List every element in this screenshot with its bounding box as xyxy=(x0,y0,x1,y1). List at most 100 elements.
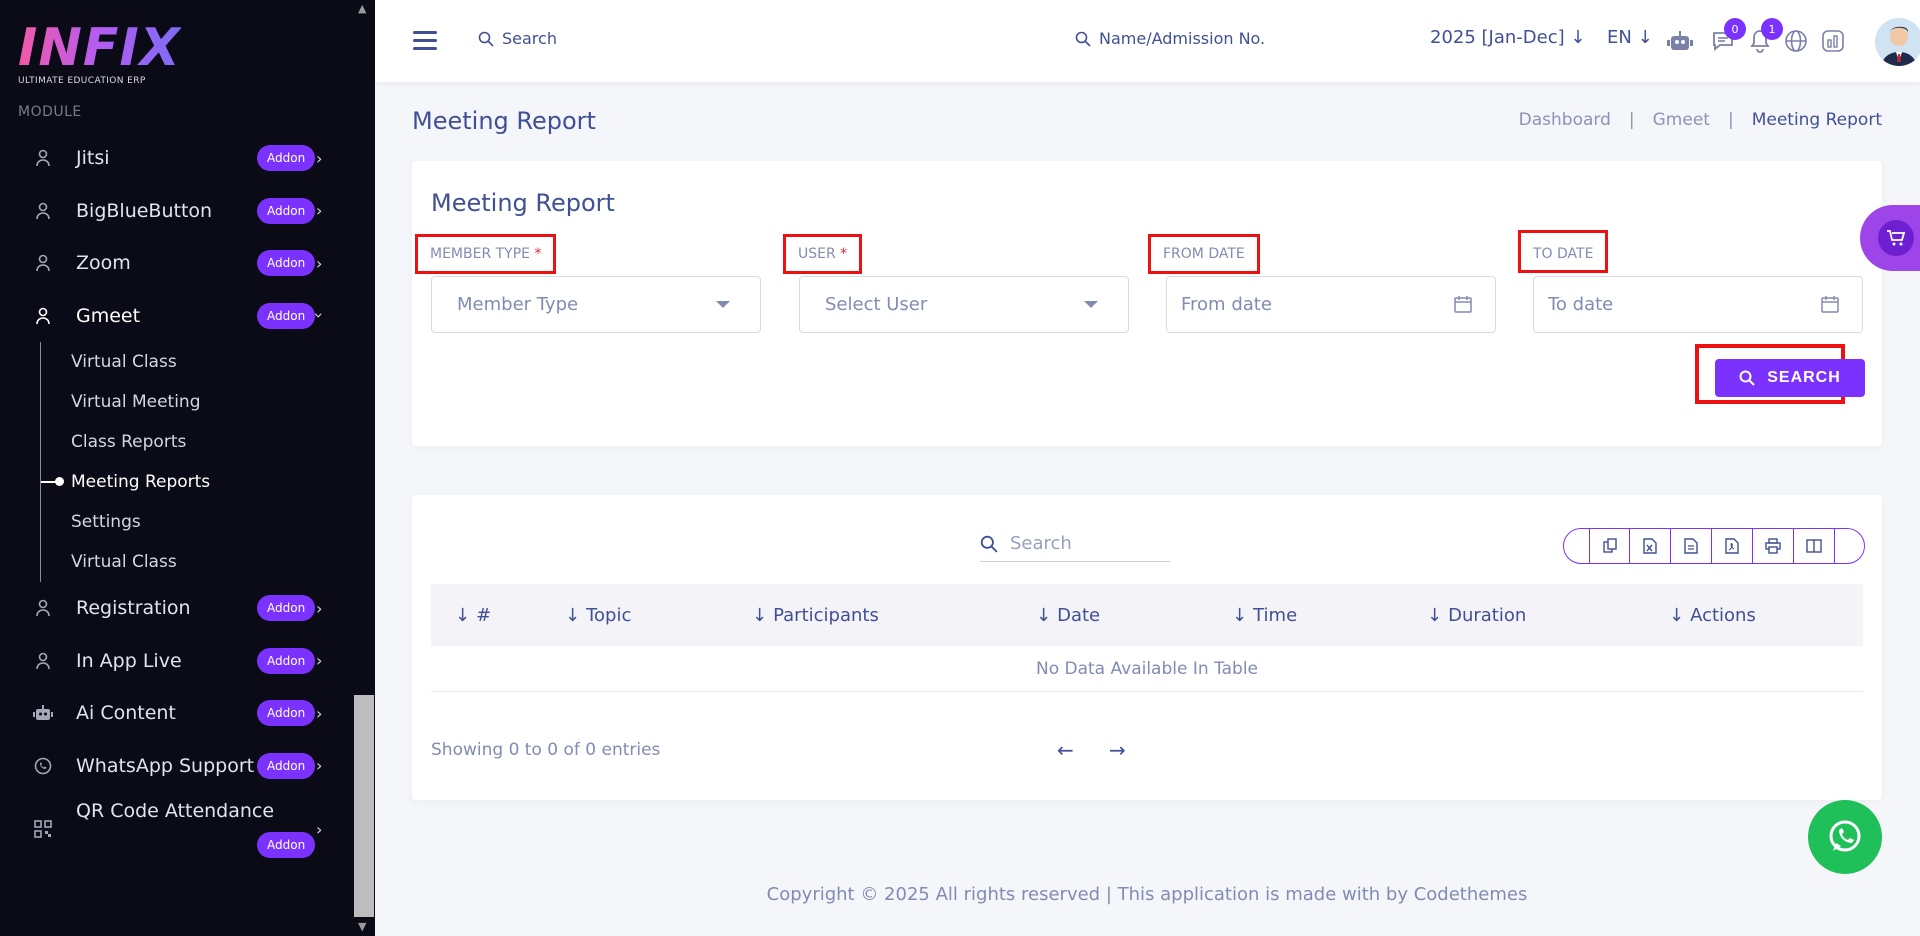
column-header-actions[interactable]: ↓ Actions xyxy=(1669,605,1756,626)
column-label: Actions xyxy=(1690,605,1756,626)
user-avatar[interactable] xyxy=(1875,18,1920,66)
column-label: Time xyxy=(1253,605,1298,626)
scroll-down-icon[interactable]: ▼ xyxy=(358,920,366,933)
submenu-virtual-class-2[interactable]: Virtual Class xyxy=(41,542,355,582)
academic-year-value: 2025 [Jan-Dec] xyxy=(1430,27,1565,48)
cart-icon xyxy=(1878,220,1914,256)
from-date-input[interactable]: From date xyxy=(1166,276,1496,333)
search-button-label: SEARCH xyxy=(1767,369,1841,386)
user-label: USER * xyxy=(783,234,863,274)
user-select[interactable]: Select User xyxy=(799,276,1129,333)
to-date-input[interactable]: To date xyxy=(1533,276,1863,333)
columns-icon[interactable] xyxy=(1794,529,1835,563)
sidebar-scrollbar-thumb[interactable] xyxy=(354,695,374,917)
sidebar-item-ai-content[interactable]: Ai Content Addon › xyxy=(0,687,355,740)
member-type-label-text: MEMBER TYPE xyxy=(430,246,531,262)
arrow-down-icon: ↓ xyxy=(1637,27,1653,48)
breadcrumb: Dashboard | Gmeet | Meeting Report xyxy=(1519,110,1882,130)
search-icon xyxy=(478,31,494,47)
pdf-icon[interactable] xyxy=(1712,529,1753,563)
page-title: Meeting Report xyxy=(412,107,596,135)
addon-badge: Addon xyxy=(257,832,316,858)
breadcrumb-dashboard[interactable]: Dashboard xyxy=(1519,110,1611,130)
submenu-virtual-meeting[interactable]: Virtual Meeting xyxy=(41,382,355,422)
header-search[interactable]: Search xyxy=(478,29,557,48)
whatsapp-chat-button[interactable] xyxy=(1808,800,1882,874)
addon-badge: Addon xyxy=(257,752,316,779)
filter-card: Meeting Report MEMBER TYPE * USER * FROM… xyxy=(412,161,1882,446)
copy-icon[interactable] xyxy=(1589,529,1630,563)
column-header-participants[interactable]: ↓ Participants xyxy=(752,605,879,626)
qr-icon xyxy=(33,819,53,839)
notifications-count-badge: 1 xyxy=(1761,18,1783,40)
submenu-settings[interactable]: Settings xyxy=(41,502,355,542)
calendar-icon[interactable] xyxy=(1453,294,1473,314)
sidebar-item-in-app-live[interactable]: In App Live Addon › xyxy=(0,635,355,688)
user-label-text: USER xyxy=(798,246,836,262)
table-search-input[interactable]: Search xyxy=(980,526,1170,562)
language-select[interactable]: EN ↓ xyxy=(1607,27,1653,48)
to-date-label-text: TO DATE xyxy=(1533,246,1594,262)
addon-badge: Addon xyxy=(257,700,316,727)
csv-icon[interactable] xyxy=(1671,529,1712,563)
header-search-label: Search xyxy=(502,29,557,48)
submenu-meeting-reports[interactable]: Meeting Reports xyxy=(41,462,355,502)
column-header-time[interactable]: ↓ Time xyxy=(1232,605,1297,626)
column-label: Date xyxy=(1057,605,1101,626)
sidebar-item-bigbluebutton[interactable]: BigBlueButton Addon › xyxy=(0,185,355,238)
menu-toggle-icon[interactable] xyxy=(413,31,437,55)
messages-icon[interactable]: 0 xyxy=(1710,18,1746,54)
print-icon[interactable] xyxy=(1753,529,1794,563)
next-page-icon[interactable]: → xyxy=(1109,738,1126,762)
sidebar-item-gmeet[interactable]: Gmeet Addon › xyxy=(0,290,355,343)
previous-page-icon[interactable]: ← xyxy=(1057,738,1074,762)
to-date-label: TO DATE xyxy=(1518,230,1609,273)
scroll-up-icon[interactable]: ▲ xyxy=(358,2,366,15)
results-card: Search ↓ # ↓ Topic ↓ Participants ↓ Date… xyxy=(412,495,1882,800)
notifications-icon[interactable]: 1 xyxy=(1747,18,1783,54)
member-type-select[interactable]: Member Type xyxy=(431,276,761,333)
user-icon xyxy=(33,651,53,671)
sidebar-item-label: In App Live xyxy=(76,649,182,672)
chevron-right-icon: › xyxy=(316,651,323,671)
column-header-date[interactable]: ↓ Date xyxy=(1036,605,1100,626)
filter-card-title: Meeting Report xyxy=(431,189,615,217)
submenu-virtual-class[interactable]: Virtual Class xyxy=(41,342,355,382)
search-button[interactable]: SEARCH xyxy=(1715,359,1865,397)
messages-count-badge: 0 xyxy=(1724,18,1746,40)
student-search[interactable]: Name/Admission No. xyxy=(1075,29,1265,48)
globe-icon[interactable] xyxy=(1783,28,1809,54)
sidebar-item-whatsapp-support[interactable]: WhatsApp Support Addon › xyxy=(0,740,355,793)
student-search-label: Name/Admission No. xyxy=(1099,29,1266,48)
logo[interactable]: INFIX ULTIMATE EDUCATION ERP xyxy=(18,22,181,86)
column-header-duration[interactable]: ↓ Duration xyxy=(1427,605,1526,626)
gmeet-submenu: Virtual Class Virtual Meeting Class Repo… xyxy=(40,342,355,582)
logo-text: INFIX xyxy=(18,18,181,78)
sidebar-item-label: QR Code Attendance xyxy=(76,800,275,822)
top-header: Search Name/Admission No. 2025 [Jan-Dec]… xyxy=(375,0,1920,82)
calendar-icon[interactable] xyxy=(1820,294,1840,314)
academic-year-select[interactable]: 2025 [Jan-Dec] ↓ xyxy=(1430,27,1585,48)
sidebar-item-jitsi[interactable]: Jitsi Addon › xyxy=(0,132,355,185)
sidebar-item-registration[interactable]: Registration Addon › xyxy=(0,582,355,635)
breadcrumb-separator: | xyxy=(1727,110,1734,130)
member-type-value: Member Type xyxy=(457,294,579,315)
user-select-value: Select User xyxy=(825,294,928,315)
ai-robot-icon[interactable] xyxy=(1667,28,1693,54)
column-label: Duration xyxy=(1448,605,1527,626)
from-date-label-text: FROM DATE xyxy=(1163,246,1245,262)
stats-icon[interactable] xyxy=(1820,28,1846,54)
table-info: Showing 0 to 0 of 0 entries xyxy=(431,740,661,760)
sidebar-item-zoom[interactable]: Zoom Addon › xyxy=(0,237,355,290)
language-value: EN xyxy=(1607,27,1632,48)
sidebar-item-qr-code-attendance[interactable]: QR Code Attendance Addon › xyxy=(0,792,355,866)
column-header-number[interactable]: ↓ # xyxy=(455,605,491,626)
breadcrumb-gmeet[interactable]: Gmeet xyxy=(1653,110,1710,130)
sidebar-item-label: Jitsi xyxy=(76,147,110,170)
floating-cart-button[interactable] xyxy=(1860,205,1920,271)
excel-icon[interactable] xyxy=(1630,529,1671,563)
submenu-class-reports[interactable]: Class Reports xyxy=(41,422,355,462)
column-label: Participants xyxy=(773,605,879,626)
column-header-topic[interactable]: ↓ Topic xyxy=(565,605,631,626)
search-icon xyxy=(1075,31,1091,47)
